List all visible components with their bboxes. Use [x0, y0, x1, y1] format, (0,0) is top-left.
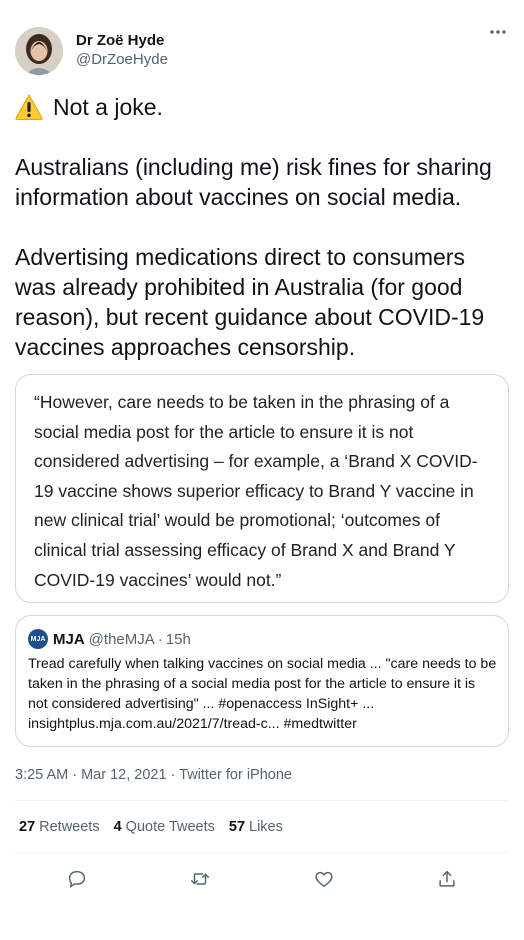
tweet-line-1: Not a joke. [15, 92, 509, 122]
tweet-paragraph-3: Advertising medications direct to consum… [15, 244, 485, 360]
quoted-tweet[interactable]: MJA MJA @theMJA · 15h Tread carefully wh… [15, 615, 509, 747]
quote-tweets-count: 4 [113, 819, 122, 835]
likes-label: Likes [249, 819, 283, 835]
divider [15, 852, 509, 853]
likes-stat[interactable]: 57 Likes [229, 817, 283, 837]
tweet-line-1-text: Not a joke. [53, 94, 163, 120]
quoted-tweet-text: Tread carefully when talking vaccines on… [28, 656, 497, 732]
tweet-actions [15, 862, 509, 896]
author-handle[interactable]: @DrZoeHyde [76, 50, 168, 70]
tweet-text: Not a joke. Australians (including me) r… [15, 92, 509, 362]
retweets-count: 27 [19, 819, 36, 835]
retweets-stat[interactable]: 27 Retweets [19, 817, 100, 837]
tweet-image[interactable]: “However, care needs to be taken in the … [15, 374, 509, 603]
warning-icon [15, 93, 43, 121]
image-quote-text: “However, care needs to be taken in the … [34, 392, 478, 590]
likes-count: 57 [228, 819, 246, 835]
quoted-tweet-separator: · [157, 630, 163, 648]
quote-tweets-label: Quote Tweets [125, 819, 215, 835]
author-name[interactable]: Dr Zoë Hyde [76, 32, 168, 50]
quoted-tweet-name: MJA [53, 630, 85, 648]
tweet-stats: 27 Retweets 4 Quote Tweets 57 Likes [19, 817, 297, 837]
quote-tweets-stat[interactable]: 4 Quote Tweets [114, 817, 215, 837]
retweet-icon[interactable] [186, 865, 214, 893]
quoted-tweet-header: MJA MJA @theMJA · 15h [28, 629, 191, 649]
author-info[interactable]: Dr Zoë Hyde @DrZoeHyde [76, 32, 168, 70]
tweet-paragraph-2: Australians (including me) risk fines fo… [15, 154, 492, 210]
share-icon[interactable] [433, 865, 461, 893]
more-options-icon[interactable] [487, 27, 509, 49]
quoted-tweet-avatar: MJA [28, 629, 48, 649]
quoted-tweet-time: 15h [165, 630, 191, 648]
like-icon[interactable] [310, 865, 338, 893]
tweet-header: Dr Zoë Hyde @DrZoeHyde [15, 27, 509, 77]
quoted-tweet-handle: @theMJA [88, 630, 155, 648]
reply-icon[interactable] [63, 865, 91, 893]
author-avatar[interactable] [15, 27, 63, 75]
divider [15, 800, 509, 801]
retweets-label: Retweets [39, 819, 100, 835]
tweet-timestamp[interactable]: 3:25 AM · Mar 12, 2021 · Twitter for iPh… [15, 765, 292, 785]
